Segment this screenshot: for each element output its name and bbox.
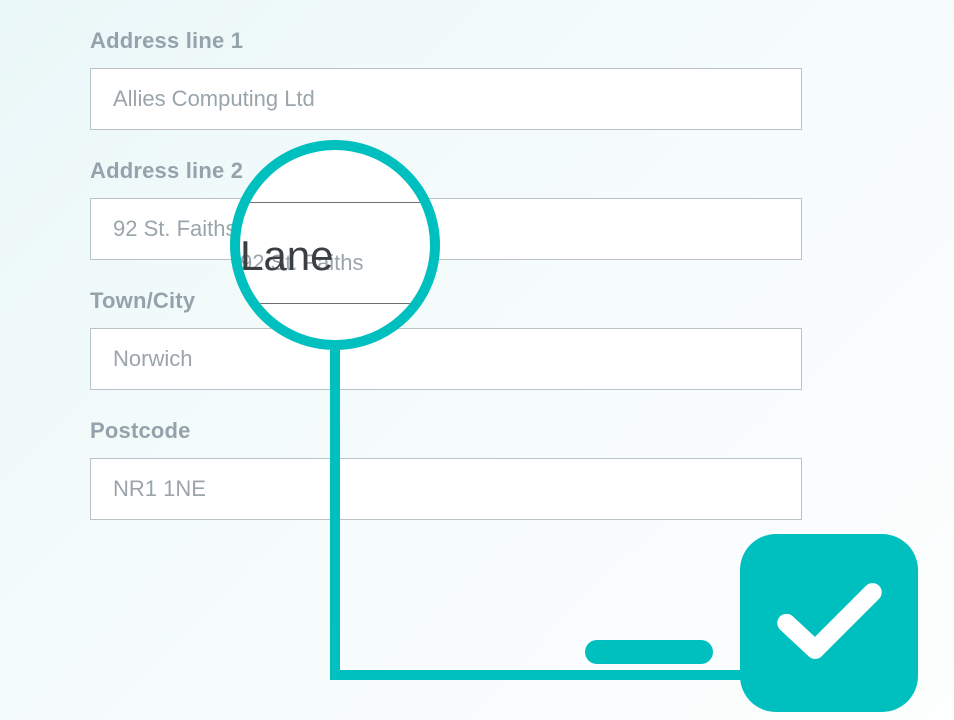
check-icon xyxy=(777,580,882,667)
address-line-1-field: Address line 1 xyxy=(90,28,802,130)
town-city-input[interactable] xyxy=(90,328,802,390)
connector-vertical xyxy=(330,350,340,680)
connector-horizontal xyxy=(330,670,742,680)
accent-dash xyxy=(585,640,713,664)
address-line-2-label: Address line 2 xyxy=(90,158,802,184)
address-line-1-label: Address line 1 xyxy=(90,28,802,54)
submit-button[interactable] xyxy=(740,534,918,712)
postcode-field: Postcode xyxy=(90,418,802,520)
address-line-2-field: Address line 2 xyxy=(90,158,802,260)
town-city-field: Town/City xyxy=(90,288,802,390)
address-line-1-input[interactable] xyxy=(90,68,802,130)
postcode-input[interactable] xyxy=(90,458,802,520)
address-line-2-input[interactable] xyxy=(90,198,802,260)
address-form: Address line 1 Address line 2 Town/City … xyxy=(90,28,802,548)
town-city-label: Town/City xyxy=(90,288,802,314)
postcode-label: Postcode xyxy=(90,418,802,444)
